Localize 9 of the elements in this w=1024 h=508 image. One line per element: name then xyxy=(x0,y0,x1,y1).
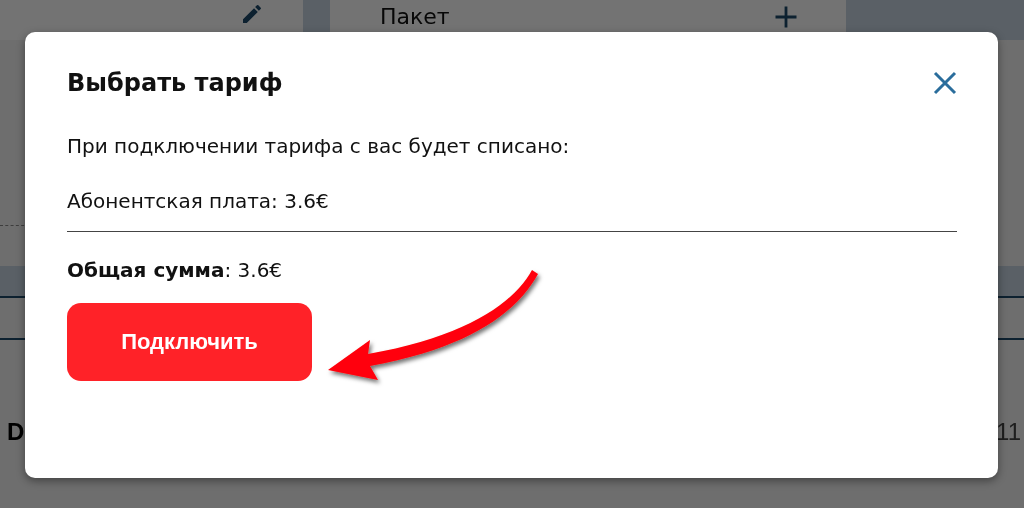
table-cell: 11 xyxy=(996,418,1021,446)
total-text: Общая сумма: 3.6€ xyxy=(67,258,284,282)
dialog-title: Выбрать тариф xyxy=(67,69,283,97)
column-header: Пакет xyxy=(380,4,450,29)
table-cell: D xyxy=(7,418,25,446)
fee-text: Абонентская плата: 3.6€ xyxy=(67,189,330,213)
message-text: При подключении тарифа с вас будет списано: xyxy=(67,134,571,158)
pencil-icon[interactable] xyxy=(240,2,264,26)
connect-button[interactable]: Подключить xyxy=(67,303,312,381)
